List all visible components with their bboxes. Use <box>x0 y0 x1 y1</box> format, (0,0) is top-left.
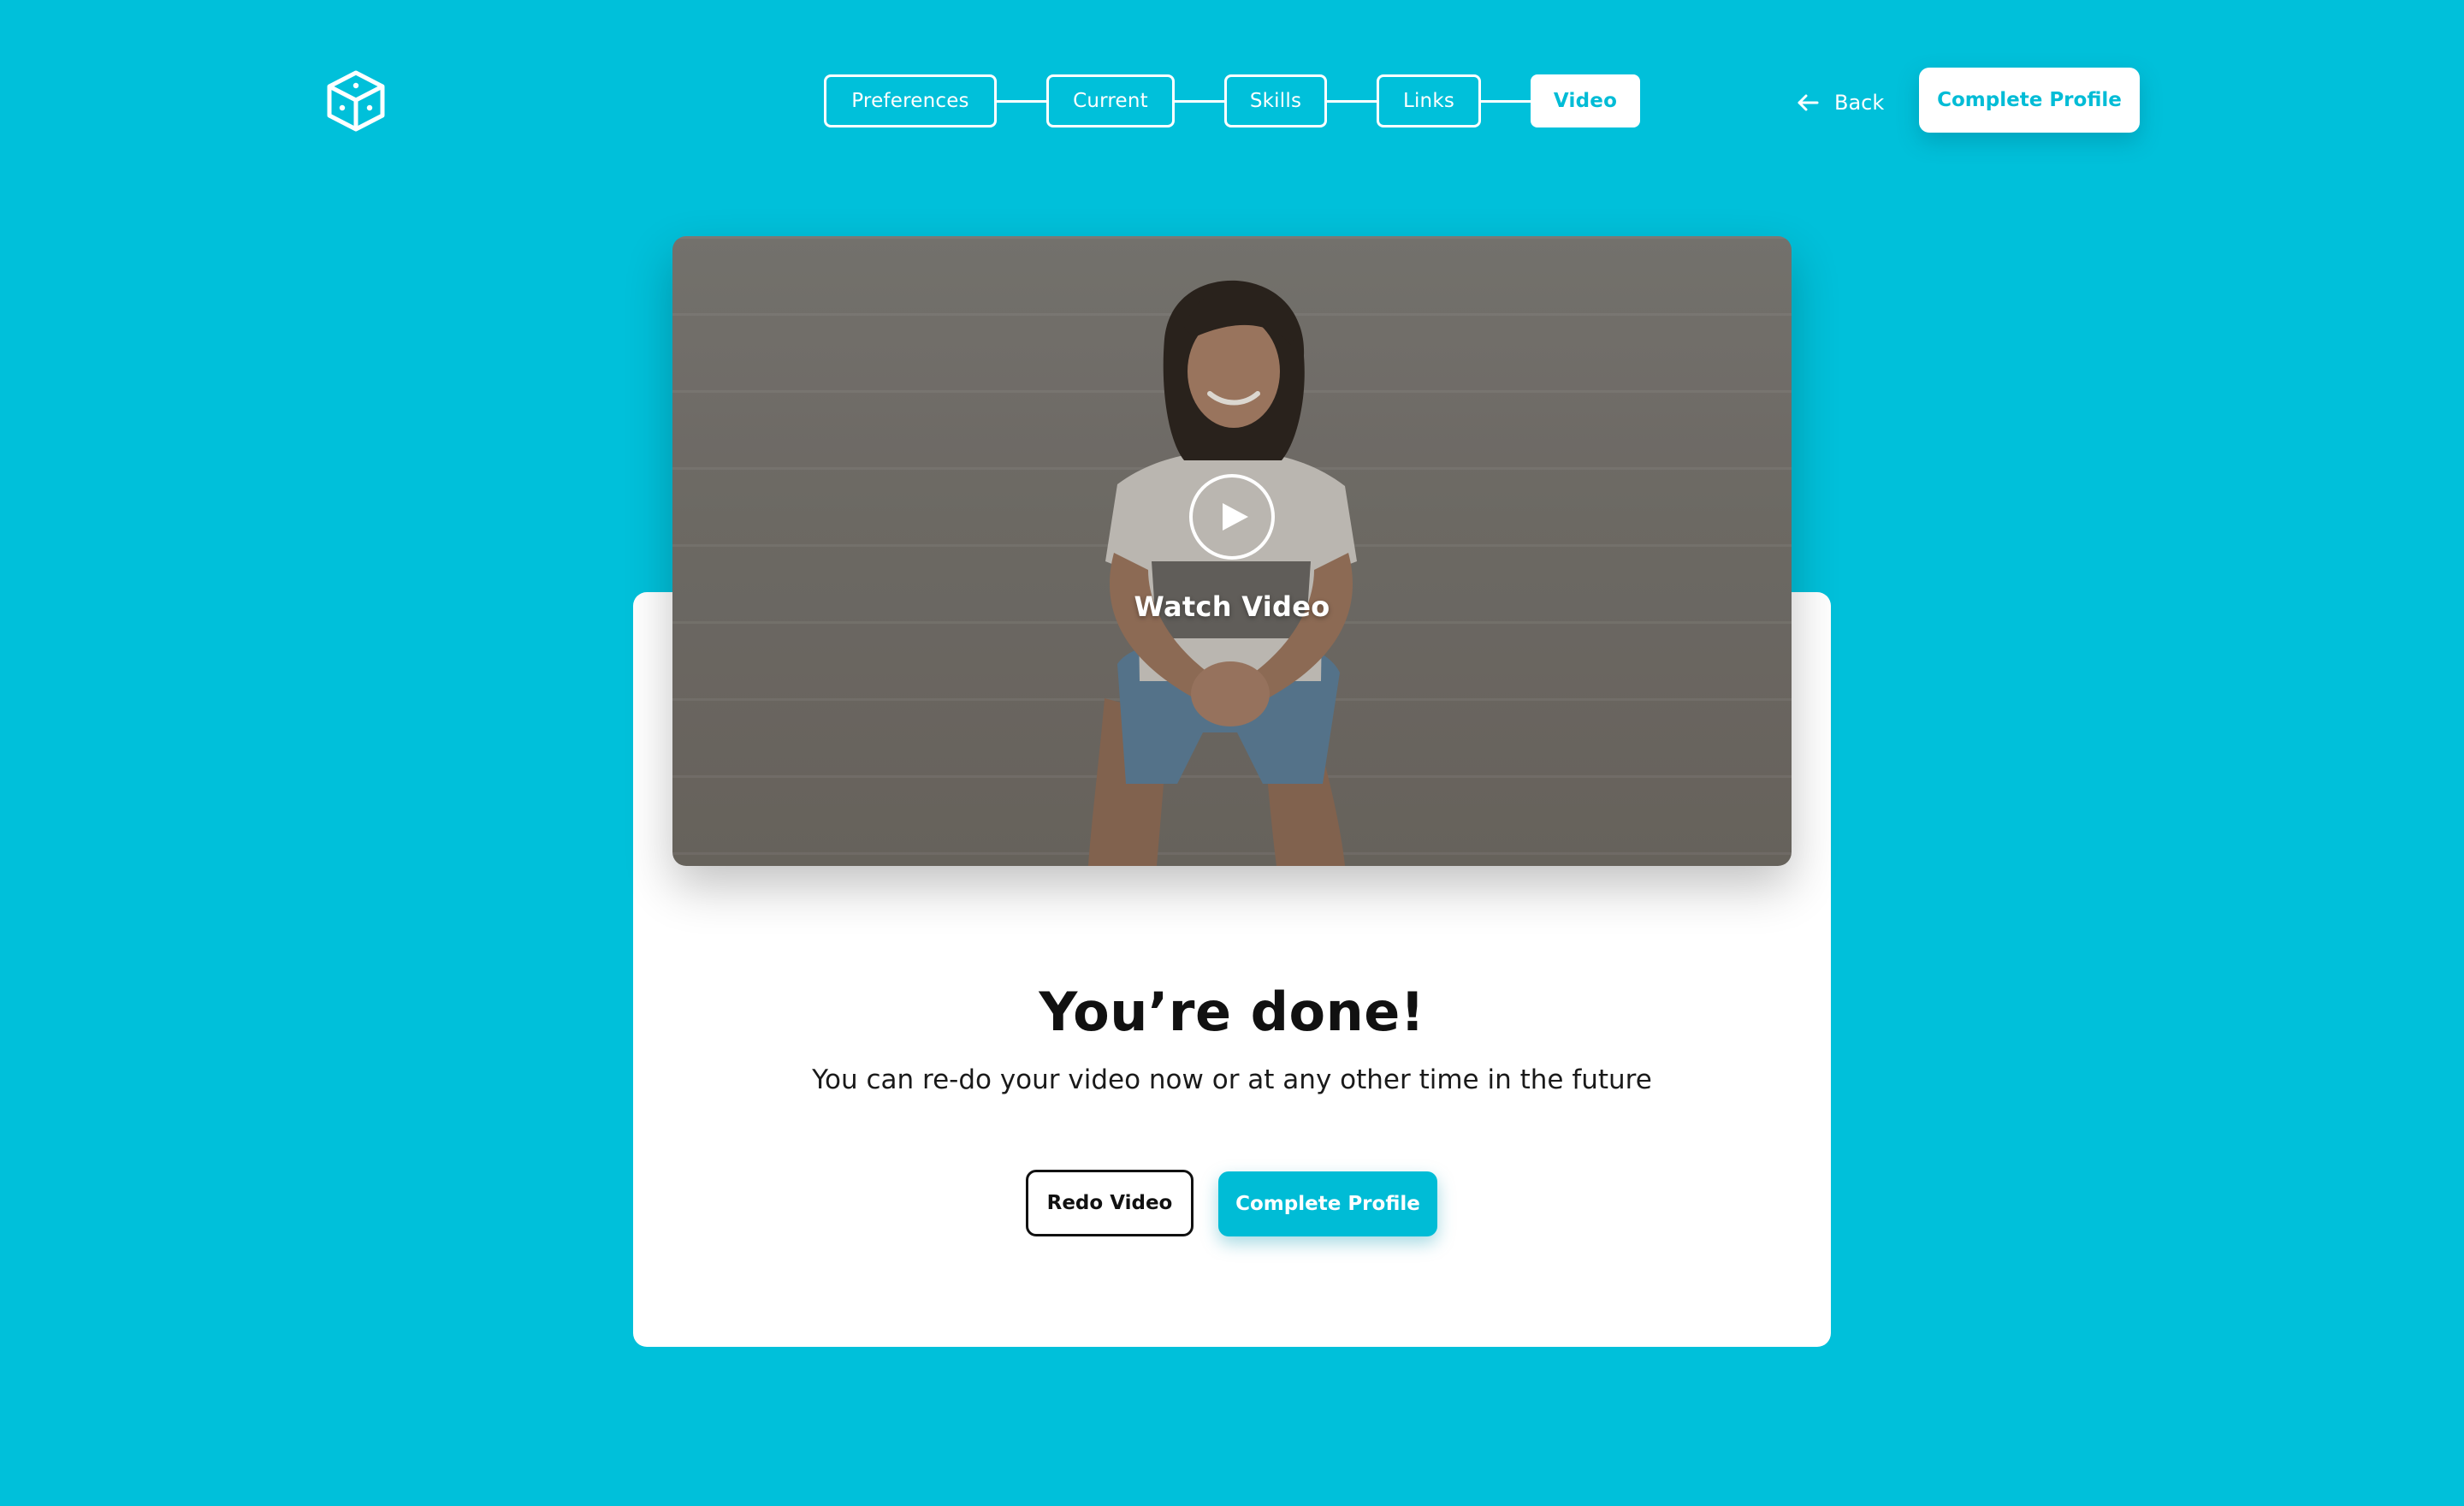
step-connector <box>997 99 1046 103</box>
step-connector <box>1175 99 1224 103</box>
step-skills[interactable]: Skills <box>1224 74 1327 127</box>
arrow-left-icon <box>1798 94 1819 111</box>
done-title: You’re done! <box>1039 981 1425 1043</box>
cube-logo-icon[interactable] <box>323 68 388 133</box>
step-connector <box>1481 99 1531 103</box>
done-subtitle: You can re-do your video now or at any o… <box>812 1064 1652 1095</box>
page: Preferences Current Skills Links Video B… <box>0 0 2464 1506</box>
progress-stepper: Preferences Current Skills Links Video <box>824 74 1640 127</box>
back-button[interactable]: Back <box>1797 86 1884 120</box>
redo-video-button[interactable]: Redo Video <box>1026 1170 1194 1236</box>
back-label: Back <box>1834 91 1885 115</box>
step-connector <box>1327 99 1377 103</box>
complete-profile-button[interactable]: Complete Profile <box>1218 1171 1437 1236</box>
watch-video-label[interactable]: Watch Video <box>672 590 1792 623</box>
step-video[interactable]: Video <box>1531 74 1640 127</box>
video-player[interactable]: Watch Video <box>672 236 1792 866</box>
header-complete-profile-button[interactable]: Complete Profile <box>1919 68 2140 133</box>
step-preferences[interactable]: Preferences <box>824 74 997 127</box>
play-button[interactable] <box>1189 474 1275 560</box>
play-icon <box>1222 503 1248 531</box>
step-current[interactable]: Current <box>1046 74 1175 127</box>
step-links[interactable]: Links <box>1377 74 1481 127</box>
